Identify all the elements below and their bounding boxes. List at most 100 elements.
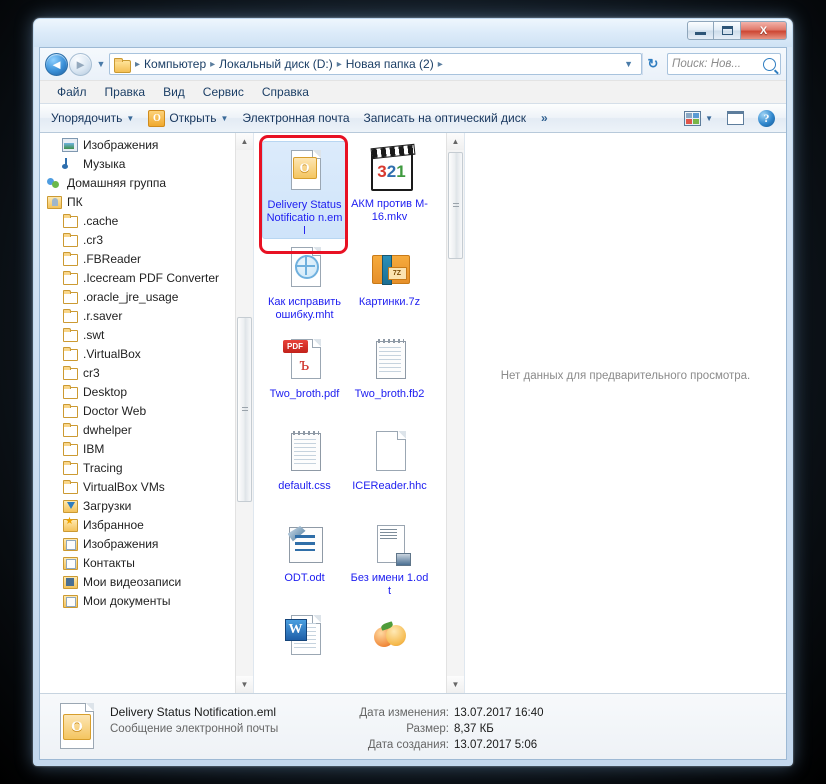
sidebar-item-label: Мои документы — [83, 593, 171, 608]
burn-button[interactable]: Записать на оптический диск — [357, 108, 534, 128]
pdf-icon: ъ — [299, 354, 310, 375]
minimize-button[interactable] — [687, 21, 714, 40]
sidebar-item-4[interactable]: .cache — [40, 211, 253, 230]
details-value: 13.07.2017 16:40 — [454, 707, 544, 719]
sidebar-item-18[interactable]: VirtualBox VMs — [40, 477, 253, 496]
home-icon — [46, 175, 62, 190]
menu-item-edit[interactable]: Правка — [96, 83, 155, 101]
sidebar-item-11[interactable]: .VirtualBox — [40, 344, 253, 363]
sidebar-item-23[interactable]: Мои видеозаписи — [40, 572, 253, 591]
forward-button[interactable]: ► — [69, 52, 92, 76]
file-item[interactable]: Как исправить ошибку.mht — [262, 239, 347, 331]
file-item[interactable]: 3 2 1 АКМ против M-16.mkv — [347, 141, 432, 239]
details-row: Дата создания: 13.07.2017 5:06 — [325, 737, 776, 753]
file-item[interactable]: ODT.odt — [262, 515, 347, 607]
caret-up-icon: ▲ — [451, 137, 460, 146]
caret-down-icon: ▼ — [451, 680, 460, 689]
open-button[interactable]: O Открыть ▼ — [141, 107, 235, 130]
sidebar-item-label: .r.saver — [83, 308, 123, 323]
breadcrumb-item-drive[interactable]: Локальный диск (D:) — [217, 56, 335, 72]
files-scroll-up-button[interactable]: ▲ — [447, 133, 464, 150]
sidebar-item-16[interactable]: IBM — [40, 439, 253, 458]
file-item[interactable]: ICEReader.hhc — [347, 423, 432, 515]
sidebar-item-1[interactable]: Музыка — [40, 154, 253, 173]
back-button[interactable]: ◄ — [45, 52, 68, 76]
sidebar-item-6[interactable]: .FBReader — [40, 249, 253, 268]
sidebar-item-24[interactable]: Мои документы — [40, 591, 253, 610]
sidebar-item-7[interactable]: .Icecream PDF Converter — [40, 268, 253, 287]
file-name-label: default.css — [278, 480, 331, 492]
file-name-label: ODT.odt — [284, 572, 325, 584]
toolbar-overflow-button[interactable]: » — [533, 111, 556, 125]
sidebar-item-2[interactable]: Домашняя группа — [40, 173, 253, 192]
title-bar[interactable]: X — [34, 19, 792, 47]
refresh-button[interactable]: ↻ — [642, 53, 663, 75]
nav-scroll-down-button[interactable]: ▼ — [236, 676, 253, 693]
organize-button[interactable]: Упорядочить ▼ — [44, 108, 141, 128]
file-item[interactable]: O Delivery Status Notificatio n.eml — [262, 141, 347, 239]
sidebar-item-22[interactable]: Контакты — [40, 553, 253, 572]
file-name-label: Как исправить ошибку.mht — [268, 296, 341, 321]
sidebar-item-20[interactable]: Избранное — [40, 515, 253, 534]
change-view-button[interactable]: ▼ — [677, 108, 720, 129]
file-item[interactable]: Two_broth.fb2 — [347, 331, 432, 423]
sidebar-item-0[interactable]: Изображения — [40, 135, 253, 154]
sidebar-item-label: IBM — [83, 441, 105, 456]
sidebar-item-19[interactable]: Загрузки — [40, 496, 253, 515]
breadcrumb-item-computer[interactable]: Компьютер — [142, 56, 208, 72]
nav-scrollbar[interactable]: ▲ ▼ — [235, 133, 253, 693]
menu-item-view[interactable]: Вид — [154, 83, 194, 101]
files-scrollbar[interactable]: ▲ ▼ — [446, 133, 464, 693]
details-properties: Дата изменения: 13.07.2017 16:40 Размер: 8,… — [325, 703, 776, 753]
file-item[interactable]: Без имени 1.odt — [347, 515, 432, 607]
sidebar-item-label: Desktop — [83, 384, 128, 399]
menu-item-help[interactable]: Справка — [253, 83, 318, 101]
desktop-background: X ◄ ► ▼ ▸ Компьютер ▸ Локальный диск (D:… — [0, 0, 826, 784]
sidebar-item-8[interactable]: .oracle_jre_usage — [40, 287, 253, 306]
sidebar-item-3[interactable]: ПК — [40, 192, 253, 211]
file-item[interactable]: PDF ъ Two_broth.pdf — [262, 331, 347, 423]
sidebar-item-14[interactable]: Doctor Web — [40, 401, 253, 420]
sidebar-item-21[interactable]: Изображения — [40, 534, 253, 553]
help-icon: ? — [758, 109, 775, 127]
search-icon — [763, 57, 776, 71]
file-list-pane[interactable]: O Delivery Status Notificatio n.eml 3 2 1 АКМ… — [254, 133, 465, 693]
sidebar-item-9[interactable]: .r.saver — [40, 306, 253, 325]
folder-icon — [114, 57, 131, 73]
file-name-label: АКМ против M-16.mkv — [351, 198, 428, 223]
search-input[interactable]: Поиск: Нов... — [667, 53, 781, 75]
sidebar-item-15[interactable]: dwhelper — [40, 420, 253, 439]
file-item[interactable]: W — [262, 607, 347, 693]
file-icon — [281, 429, 329, 477]
menu-item-file[interactable]: Файл — [48, 83, 96, 101]
sidebar-item-12[interactable]: cr3 — [40, 363, 253, 382]
dl-icon — [62, 498, 78, 513]
details-label: Дата изменения: — [359, 707, 449, 719]
menu-bar: Файл Правка Вид Сервис Справка — [40, 80, 786, 103]
sidebar-item-13[interactable]: Desktop — [40, 382, 253, 401]
nav-scroll-up-button[interactable]: ▲ — [236, 133, 253, 150]
maximize-button[interactable] — [714, 21, 741, 40]
menu-item-tools[interactable]: Сервис — [194, 83, 253, 101]
sidebar-item-10[interactable]: .swt — [40, 325, 253, 344]
files-scroll-thumb[interactable] — [448, 152, 463, 259]
sidebar-item-17[interactable]: Tracing — [40, 458, 253, 477]
sidebar-item-5[interactable]: .cr3 — [40, 230, 253, 249]
file-item[interactable]: default.css — [262, 423, 347, 515]
file-icon: W — [281, 613, 329, 661]
file-icon — [366, 613, 414, 661]
address-input[interactable]: ▸ Компьютер ▸ Локальный диск (D:) ▸ Нова… — [109, 53, 642, 75]
close-button[interactable]: X — [741, 21, 787, 40]
files-scroll-down-button[interactable]: ▼ — [447, 676, 464, 693]
email-button[interactable]: Электронная почта — [235, 108, 356, 128]
sidebar-item-label: Tracing — [83, 460, 123, 475]
recent-locations-button[interactable]: ▼ — [94, 59, 108, 69]
refresh-icon: ↻ — [647, 56, 659, 71]
breadcrumb-item-folder[interactable]: Новая папка (2) — [344, 56, 436, 72]
nav-scroll-thumb[interactable] — [237, 317, 252, 502]
file-item[interactable]: 7Z Картинки.7z — [347, 239, 432, 331]
help-button[interactable]: ? — [751, 107, 782, 130]
preview-pane-button[interactable] — [720, 108, 751, 128]
address-dropdown-icon[interactable]: ▼ — [618, 59, 639, 69]
file-item[interactable] — [347, 607, 432, 693]
